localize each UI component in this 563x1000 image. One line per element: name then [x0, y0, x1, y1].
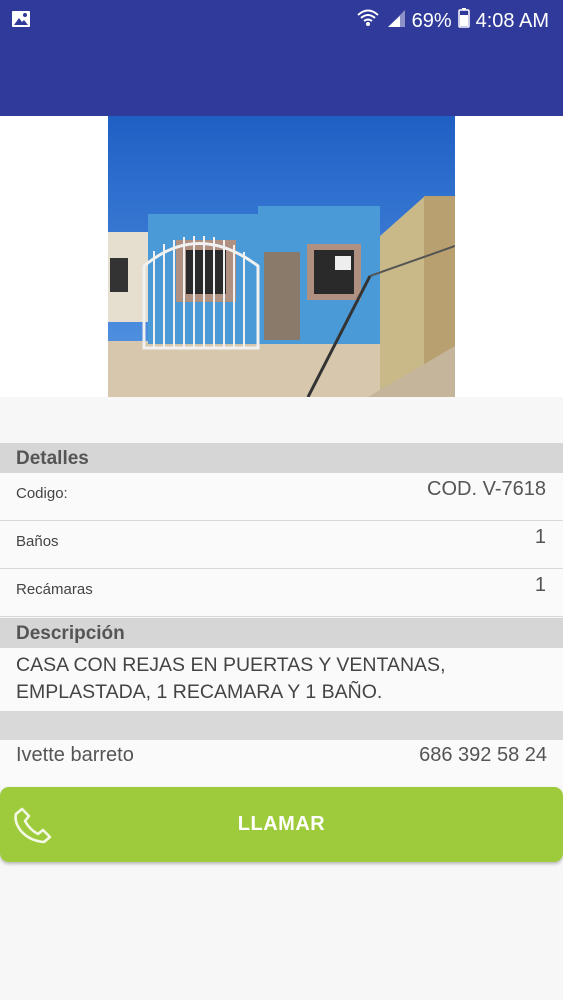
call-button[interactable]: LLAMAR: [0, 787, 563, 862]
detail-value: 1: [534, 526, 546, 548]
contact-phone[interactable]: 686 392 58 24: [419, 744, 547, 767]
image-icon: [11, 10, 31, 33]
detail-label: Baños: [16, 533, 59, 550]
status-bar: 69% 4:08 AM: [0, 0, 563, 40]
battery-icon: [457, 8, 470, 34]
detail-value: COD. V-7618: [427, 478, 546, 500]
clock: 4:08 AM: [475, 9, 549, 32]
detail-label: Recámaras: [16, 581, 93, 598]
app-bar: [0, 40, 563, 116]
description-heading: Descripción: [0, 618, 563, 648]
call-button-label: LLAMAR: [237, 813, 326, 835]
photo-area: [0, 116, 563, 397]
separator-band: [0, 711, 563, 740]
contact-row: Ivette barreto 686 392 58 24: [0, 740, 563, 786]
detail-row-banos: Baños 1: [0, 521, 563, 569]
detail-value: 1: [534, 574, 546, 596]
battery-percent: 69%: [411, 9, 452, 32]
details-heading: Detalles: [0, 443, 563, 473]
description-text: CASA CON REJAS EN PUERTAS Y VENTANAS, EM…: [0, 648, 563, 711]
description-line: CASA CON REJAS EN PUERTAS Y VENTANAS,: [16, 654, 446, 676]
detail-row-codigo: Codigo: COD. V-7618: [0, 473, 563, 521]
detail-label: Codigo:: [16, 485, 68, 502]
property-photo[interactable]: [108, 116, 455, 397]
spacer: [0, 397, 563, 443]
signal-icon: [386, 8, 406, 34]
detail-row-recamaras: Recámaras 1: [0, 569, 563, 617]
contact-name: Ivette barreto: [16, 744, 134, 766]
description-line: EMPLASTADA, 1 RECAMARA Y 1 BAÑO.: [16, 681, 383, 703]
wifi-icon: [356, 8, 380, 34]
